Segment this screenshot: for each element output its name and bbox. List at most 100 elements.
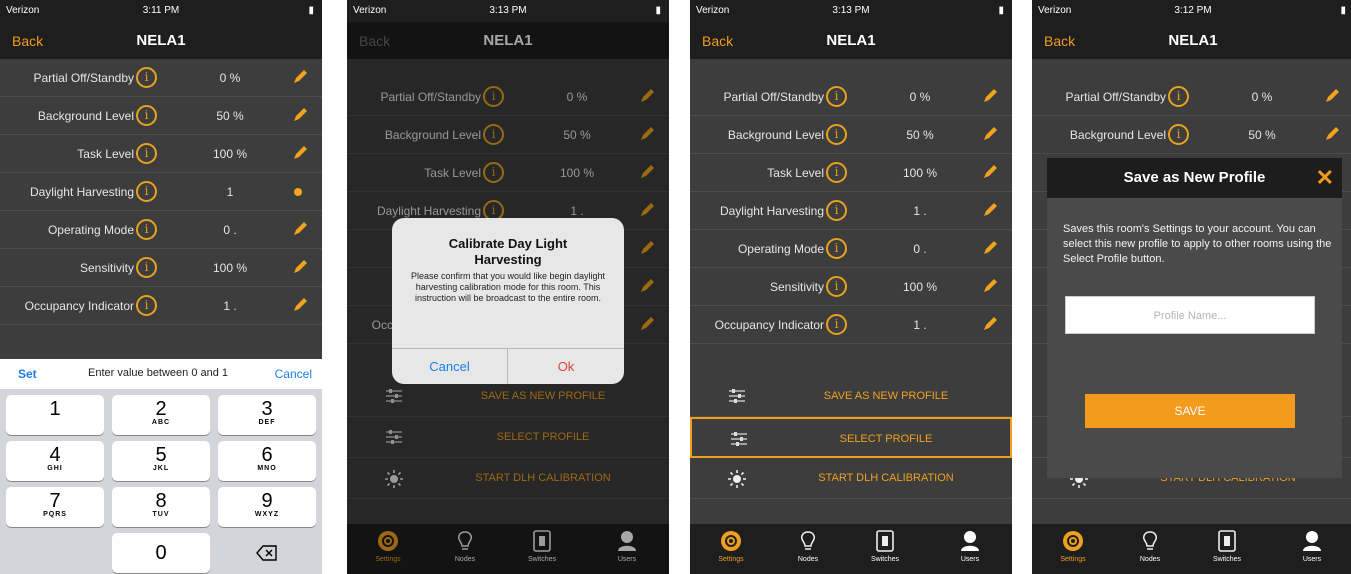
edit-pencil-icon[interactable] bbox=[982, 164, 998, 180]
setting-row-daylight-harvesting[interactable]: Daylight Harvestingi 1 . bbox=[690, 192, 1012, 230]
setting-row-partial-off-standby[interactable]: Partial Off/Standby i 0 % bbox=[0, 59, 322, 97]
tab-settings[interactable]: Settings bbox=[701, 530, 761, 563]
alert-cancel-button[interactable]: Cancel bbox=[392, 349, 508, 384]
info-icon[interactable]: i bbox=[826, 276, 847, 297]
info-icon[interactable]: i bbox=[826, 162, 847, 183]
info-icon[interactable]: i bbox=[1168, 86, 1189, 107]
key-4[interactable]: 4 GHI bbox=[6, 441, 104, 481]
tab-users[interactable]: Users bbox=[1282, 530, 1342, 563]
action-label: START DLH CALIBRATION bbox=[818, 472, 954, 484]
info-icon[interactable]: i bbox=[1168, 124, 1189, 145]
tab-settings[interactable]: Settings bbox=[1043, 530, 1103, 563]
setting-row-task-level[interactable]: Task Leveli 100 % bbox=[0, 135, 322, 173]
info-icon[interactable]: i bbox=[136, 295, 157, 316]
setting-row-background-level[interactable]: Background Level i 50 % bbox=[690, 116, 1012, 154]
sliders-icon bbox=[728, 388, 746, 404]
action-save-as-new-profile[interactable]: SAVE AS NEW PROFILE bbox=[690, 376, 1012, 417]
setting-row-operating-mode[interactable]: Operating Modei 0 . bbox=[690, 230, 1012, 268]
setting-row-background-level[interactable]: Background Level i 50 % bbox=[1032, 116, 1351, 154]
page-title: NELA1 bbox=[136, 32, 186, 49]
alert-ok-button[interactable]: Ok bbox=[508, 349, 624, 384]
setting-value: 50 % bbox=[1248, 128, 1276, 142]
action-start-dlh-calibration[interactable]: START DLH CALIBRATION bbox=[690, 458, 1012, 499]
edit-pencil-icon[interactable] bbox=[1324, 126, 1340, 142]
user-icon bbox=[959, 530, 981, 552]
setting-row-occupancy-indicator[interactable]: Occupancy Indicatori 1 . bbox=[690, 306, 1012, 344]
edit-pencil-icon[interactable] bbox=[982, 316, 998, 332]
setting-label: Daylight Harvesting bbox=[29, 185, 134, 199]
edit-pencil-icon[interactable] bbox=[982, 202, 998, 218]
edit-pencil-icon[interactable] bbox=[292, 221, 308, 237]
tab-switches[interactable]: Switches bbox=[1197, 530, 1257, 563]
tab-nodes[interactable]: Nodes bbox=[1120, 530, 1180, 563]
key-number: 9 bbox=[261, 490, 273, 512]
edit-pencil-icon[interactable] bbox=[982, 88, 998, 104]
edit-pencil-icon[interactable] bbox=[292, 107, 308, 123]
tab-users[interactable]: Users bbox=[940, 530, 1000, 563]
info-icon[interactable]: i bbox=[826, 124, 847, 145]
key-number: 7 bbox=[49, 490, 61, 512]
edit-pencil-icon[interactable] bbox=[292, 69, 308, 85]
edit-pencil-icon[interactable] bbox=[292, 145, 308, 161]
edit-pencil-icon[interactable] bbox=[982, 240, 998, 256]
status-bar: Verizon 3:12 PM ▮ bbox=[1032, 0, 1351, 22]
edit-pencil-icon[interactable] bbox=[982, 126, 998, 142]
setting-row-partial-off-standby[interactable]: Partial Off/Standby i 0 % bbox=[1032, 78, 1351, 116]
info-icon[interactable]: i bbox=[826, 200, 847, 221]
key-3[interactable]: 3 DEF bbox=[218, 395, 316, 435]
info-icon[interactable]: i bbox=[826, 238, 847, 259]
edit-pencil-icon[interactable] bbox=[292, 297, 308, 313]
action-select-profile[interactable]: SELECT PROFILE bbox=[690, 417, 1012, 458]
modal-header: Save as New Profile ✕ bbox=[1047, 158, 1342, 198]
save-button[interactable]: SAVE bbox=[1085, 394, 1295, 428]
backspace-key[interactable] bbox=[218, 533, 316, 573]
setting-row-partial-off-standby[interactable]: Partial Off/Standby i 0 % bbox=[690, 78, 1012, 116]
tab-switches[interactable]: Switches bbox=[855, 530, 915, 563]
info-icon[interactable]: i bbox=[136, 105, 157, 126]
action-list: SAVE AS NEW PROFILE SELECT PROFILE START D… bbox=[690, 376, 1012, 499]
key-8[interactable]: 8 TUV bbox=[112, 487, 210, 527]
close-icon[interactable]: ✕ bbox=[1316, 158, 1334, 198]
lightbulb-icon bbox=[1139, 530, 1161, 552]
info-icon[interactable]: i bbox=[136, 219, 157, 240]
edit-pencil-icon[interactable] bbox=[1324, 88, 1340, 104]
setting-value: 100 % bbox=[212, 147, 248, 161]
key-number: 3 bbox=[261, 398, 273, 420]
key-letters: MNO bbox=[257, 465, 277, 472]
setting-row-operating-mode[interactable]: Operating Modei 0 . bbox=[0, 211, 322, 249]
key-0[interactable]: 0 bbox=[112, 533, 210, 573]
clock: 3:13 PM bbox=[489, 5, 527, 16]
info-icon[interactable]: i bbox=[136, 181, 157, 202]
alert-title: Calibrate Day Light Harvesting bbox=[448, 236, 568, 267]
setting-value: 0 % bbox=[219, 71, 241, 85]
key-letters: DEF bbox=[258, 419, 276, 426]
setting-row-daylight-harvesting[interactable]: Daylight Harvesting i 1 bbox=[0, 173, 322, 211]
setting-row-task-level[interactable]: Task Leveli 100 % bbox=[690, 154, 1012, 192]
switch-icon bbox=[874, 530, 896, 552]
key-6[interactable]: 6 MNO bbox=[218, 441, 316, 481]
key-5[interactable]: 5 JKL bbox=[112, 441, 210, 481]
setting-row-sensitivity[interactable]: Sensitivityi 100 % bbox=[690, 268, 1012, 306]
cancel-button[interactable]: Cancel bbox=[275, 367, 312, 381]
edit-pencil-icon[interactable] bbox=[982, 278, 998, 294]
profile-name-input[interactable]: Profile Name... bbox=[1065, 296, 1315, 334]
info-icon[interactable]: i bbox=[136, 143, 157, 164]
setting-label: Task Level bbox=[767, 166, 824, 180]
setting-value: 0 . bbox=[223, 223, 237, 237]
info-icon[interactable]: i bbox=[826, 86, 847, 107]
info-icon[interactable]: i bbox=[136, 67, 157, 88]
setting-value: 50 % bbox=[216, 109, 244, 123]
key-letters: JKL bbox=[152, 465, 170, 472]
tab-nodes[interactable]: Nodes bbox=[778, 530, 838, 563]
key-1[interactable]: 1 bbox=[6, 395, 104, 435]
setting-row-occupancy-indicator[interactable]: Occupancy Indicatori 1 . bbox=[0, 287, 322, 325]
edit-pencil-icon[interactable] bbox=[292, 259, 308, 275]
info-icon[interactable]: i bbox=[826, 314, 847, 335]
info-icon[interactable]: i bbox=[136, 257, 157, 278]
key-9[interactable]: 9 WXYZ bbox=[218, 487, 316, 527]
key-2[interactable]: 2 ABC bbox=[112, 395, 210, 435]
setting-row-sensitivity[interactable]: Sensitivityi 100 % bbox=[0, 249, 322, 287]
setting-row-background-level[interactable]: Background Level i 50 % bbox=[0, 97, 322, 135]
set-button[interactable]: Set bbox=[18, 367, 37, 381]
key-7[interactable]: 7 PQRS bbox=[6, 487, 104, 527]
